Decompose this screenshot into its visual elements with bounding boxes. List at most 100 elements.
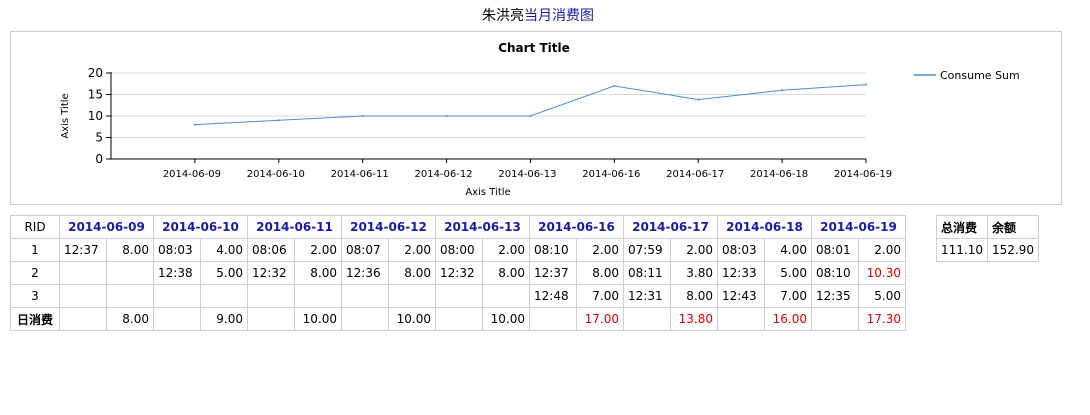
time-cell: 12:36: [341, 261, 389, 285]
rid-cell: 1: [10, 238, 60, 262]
amount-cell: 5.00: [858, 284, 906, 308]
amount-cell: 2.00: [576, 238, 624, 262]
time-cell: 08:11: [623, 261, 671, 285]
date-header[interactable]: 2014-06-09: [59, 215, 154, 239]
daily-spacer: [811, 307, 859, 331]
time-cell: 12:48: [529, 284, 577, 308]
time-cell: 12:32: [247, 261, 295, 285]
time-cell: 12:37: [59, 238, 107, 262]
rid-cell: 2: [10, 261, 60, 285]
amount-cell: 8.00: [670, 284, 718, 308]
time-cell: 07:59: [623, 238, 671, 262]
time-cell: [247, 284, 295, 308]
daily-total-cell: 10.00: [388, 307, 436, 331]
user-name: 朱洪亮: [482, 8, 524, 24]
total-label: 总消费: [936, 215, 988, 239]
date-header[interactable]: 2014-06-17: [623, 215, 718, 239]
time-cell: [59, 261, 107, 285]
x-axis-title: Axis Title: [465, 187, 510, 198]
daily-total-cell: 16.00: [764, 307, 812, 331]
daily-spacer: [623, 307, 671, 331]
x-tick-label: 2014-06-09: [163, 169, 221, 180]
time-cell: [59, 284, 107, 308]
x-tick-label: 2014-06-11: [331, 169, 389, 180]
time-cell: 12:31: [623, 284, 671, 308]
y-tick-label: 5: [95, 131, 103, 145]
data-point: [277, 119, 280, 122]
y-tick-label: 15: [88, 88, 103, 102]
daily-spacer: [247, 307, 295, 331]
amount-cell: 7.00: [764, 284, 812, 308]
data-point: [361, 115, 364, 117]
date-header[interactable]: 2014-06-16: [529, 215, 624, 239]
date-header[interactable]: 2014-06-13: [435, 215, 530, 239]
x-tick-label: 2014-06-16: [582, 169, 640, 180]
page-title: 朱洪亮当月消费图: [0, 5, 1076, 25]
date-header[interactable]: 2014-06-19: [811, 215, 906, 239]
time-cell: 08:00: [435, 238, 483, 262]
amount-cell: [200, 284, 248, 308]
time-cell: 08:06: [247, 238, 295, 262]
summary-table: 总消费 余额 111.10 152.90: [936, 215, 1039, 262]
amount-cell: 7.00: [576, 284, 624, 308]
amount-cell: 5.00: [200, 261, 248, 285]
daily-total-cell: 8.00: [106, 307, 154, 331]
daily-total-cell: 17.00: [576, 307, 624, 331]
daily-spacer: [717, 307, 765, 331]
x-tick-label: 2014-06-19: [834, 169, 892, 180]
rid-header: RID: [10, 215, 60, 239]
consumption-chart: Chart Title 0 5 10 15 20 2014-06-09 2014-06-10 2…: [10, 31, 1062, 205]
y-tick-label: 20: [88, 66, 103, 80]
data-point: [697, 98, 700, 101]
amount-cell: 3.80: [670, 261, 718, 285]
amount-cell: [106, 261, 154, 285]
time-cell: [435, 284, 483, 308]
amount-cell: 8.00: [576, 261, 624, 285]
time-cell: 12:43: [717, 284, 765, 308]
daily-total-cell: 10.00: [294, 307, 342, 331]
chart-title: Chart Title: [498, 41, 570, 55]
time-cell: 12:38: [153, 261, 201, 285]
amount-cell: [106, 284, 154, 308]
amount-cell: 2.00: [294, 238, 342, 262]
y-tick-label: 10: [88, 109, 103, 123]
time-cell: 12:33: [717, 261, 765, 285]
data-point: [613, 84, 616, 87]
legend-label: Consume Sum: [940, 69, 1020, 82]
daily-label: 日消费: [10, 307, 60, 331]
monthly-chart-link[interactable]: 当月消费图: [524, 8, 594, 24]
date-header[interactable]: 2014-06-10: [153, 215, 248, 239]
daily-spacer: [435, 307, 483, 331]
amount-cell: 8.00: [388, 261, 436, 285]
amount-cell: 10.30: [858, 261, 906, 285]
time-cell: 12:35: [811, 284, 859, 308]
amount-cell: 4.00: [200, 238, 248, 262]
table-header-row: RID 2014-06-09 2014-06-10 2014-06-11 2014-06…: [10, 215, 906, 239]
time-cell: 12:32: [435, 261, 483, 285]
total-value: 111.10: [936, 238, 988, 262]
time-cell: 08:03: [717, 238, 765, 262]
data-point: [445, 115, 448, 117]
date-header[interactable]: 2014-06-11: [247, 215, 342, 239]
chart-svg: Chart Title 0 5 10 15 20 2014-06-09 2014-06-10 2…: [60, 41, 1020, 198]
table-row: 1 12:37 8.00 08:03 4.00 08:06 2.00 08:07 2.00 08:…: [10, 238, 906, 262]
time-cell: 08:10: [529, 238, 577, 262]
series-line: [194, 84, 867, 126]
amount-cell: 2.00: [858, 238, 906, 262]
date-header[interactable]: 2014-06-18: [717, 215, 812, 239]
x-tick-label: 2014-06-17: [666, 169, 724, 180]
date-header[interactable]: 2014-06-12: [341, 215, 436, 239]
time-cell: 12:37: [529, 261, 577, 285]
amount-cell: 8.00: [294, 261, 342, 285]
time-cell: 08:10: [811, 261, 859, 285]
amount-cell: [294, 284, 342, 308]
rid-cell: 3: [10, 284, 60, 308]
x-tick-label: 2014-06-12: [414, 169, 472, 180]
daily-spacer: [341, 307, 389, 331]
amount-cell: 4.00: [764, 238, 812, 262]
amount-cell: 2.00: [670, 238, 718, 262]
amount-cell: [482, 284, 530, 308]
table-row: 3 12:48 7.00 12:31 8.00 12:43 7.00 12:35 5.00: [10, 284, 906, 308]
amount-cell: [388, 284, 436, 308]
daily-total-cell: 13.80: [670, 307, 718, 331]
